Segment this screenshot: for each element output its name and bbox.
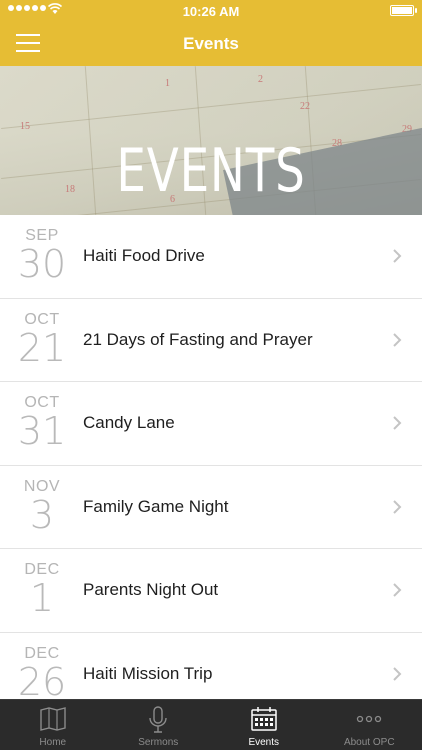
tab-label: Sermons bbox=[138, 737, 179, 748]
event-day: 21 bbox=[17, 325, 67, 370]
event-row[interactable]: NOV 3 Family Game Night bbox=[0, 465, 422, 549]
event-name: Haiti Mission Trip bbox=[83, 663, 213, 683]
event-date: DEC 1 bbox=[14, 561, 70, 617]
chevron-right-icon bbox=[393, 583, 402, 597]
battery-icon bbox=[390, 5, 417, 16]
event-day: 30 bbox=[17, 242, 67, 286]
calendar-number: 2 bbox=[258, 74, 263, 85]
event-date: OCT 21 bbox=[14, 311, 70, 367]
event-date: OCT 31 bbox=[14, 394, 70, 450]
tab-bar: Home Sermons Events About OPC bbox=[0, 699, 422, 750]
status-time: 10:26 AM bbox=[182, 4, 240, 19]
microphone-icon bbox=[149, 706, 167, 733]
tab-home[interactable]: Home bbox=[0, 700, 106, 750]
navigation-bar: Events bbox=[0, 22, 422, 66]
event-date: SEP 30 bbox=[14, 227, 70, 283]
chevron-right-icon bbox=[393, 666, 402, 681]
event-day: 31 bbox=[17, 409, 67, 453]
event-name: Candy Lane bbox=[83, 413, 175, 432]
tab-label: About OPC bbox=[343, 737, 395, 748]
event-name: 21 Days of Fasting and Prayer bbox=[83, 329, 313, 349]
chevron-right-icon bbox=[393, 332, 402, 347]
calendar-number: 22 bbox=[300, 101, 310, 112]
chevron-right-icon bbox=[393, 416, 402, 430]
more-dots-icon bbox=[357, 715, 382, 723]
event-row[interactable]: OCT 21 21 Days of Fasting and Prayer bbox=[0, 298, 422, 382]
events-hero-banner: 1 2 15 22 28 29 18 6 EVENTS bbox=[0, 66, 422, 215]
event-date: NOV 3 bbox=[14, 478, 70, 534]
chevron-right-icon bbox=[393, 499, 402, 514]
tab-label: Events bbox=[248, 737, 280, 748]
tab-label: Home bbox=[39, 737, 67, 748]
event-name: Haiti Food Drive bbox=[83, 246, 205, 265]
event-day: 1 bbox=[29, 576, 55, 620]
event-row[interactable]: SEP 30 Haiti Food Drive bbox=[0, 215, 422, 299]
event-row[interactable]: DEC 1 Parents Night Out bbox=[0, 549, 422, 633]
event-day: 3 bbox=[29, 492, 55, 537]
tab-sermons[interactable]: Sermons bbox=[106, 700, 212, 750]
event-row[interactable]: OCT 31 Candy Lane bbox=[0, 382, 422, 466]
event-name: Family Game Night bbox=[83, 496, 229, 516]
tab-events[interactable]: Events bbox=[211, 700, 317, 750]
status-bar: 10:26 AM bbox=[0, 0, 422, 22]
chevron-right-icon bbox=[393, 249, 402, 263]
book-map-icon bbox=[40, 707, 66, 731]
calendar-number: 15 bbox=[20, 121, 30, 132]
hero-title: EVENTS bbox=[116, 136, 306, 206]
events-list: SEP 30 Haiti Food Drive OCT 21 21 Days o… bbox=[0, 215, 422, 716]
event-day: 26 bbox=[17, 659, 67, 704]
tab-about-opc[interactable]: About OPC bbox=[317, 700, 422, 750]
calendar-number: 1 bbox=[165, 78, 170, 89]
event-date: DEC 26 bbox=[14, 645, 70, 701]
page-title: Events bbox=[183, 34, 239, 53]
calendar-icon bbox=[251, 707, 277, 731]
event-name: Parents Night Out bbox=[83, 580, 219, 599]
